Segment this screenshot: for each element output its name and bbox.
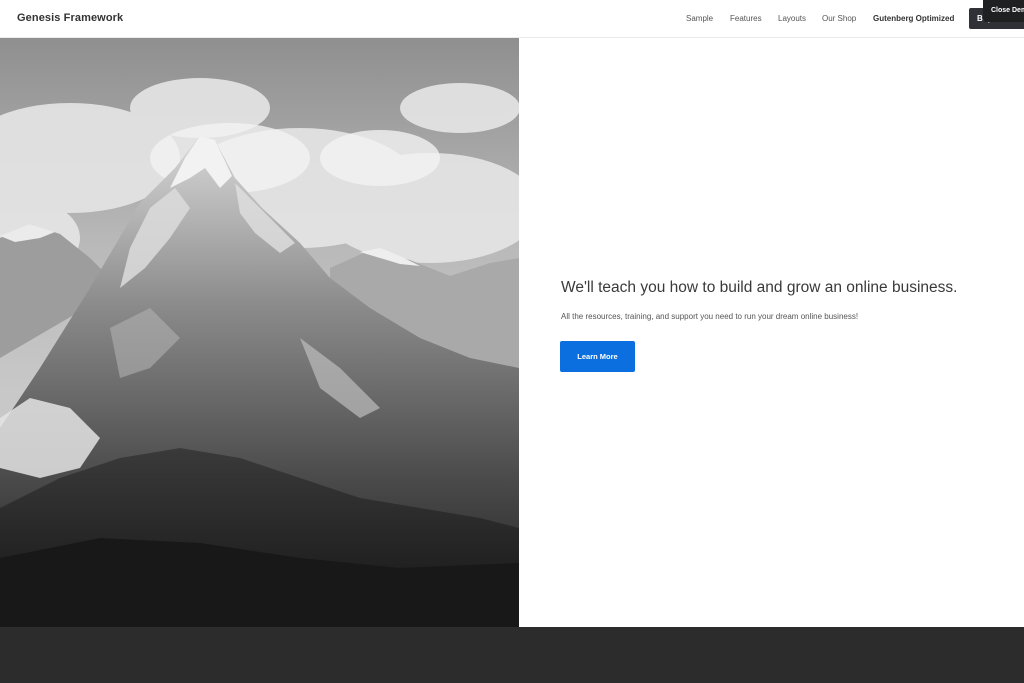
hero-subheading: All the resources, training, and support… — [561, 312, 859, 321]
site-header: Genesis Framework Sample Features Layout… — [0, 0, 1024, 38]
nav-item-layouts[interactable]: Layouts — [778, 14, 806, 23]
nav-item-sample[interactable]: Sample — [686, 14, 713, 23]
nav-item-gutenberg-optimized[interactable]: Gutenberg Optimized — [873, 14, 954, 23]
footer-band — [0, 627, 1024, 683]
nav-item-our-shop[interactable]: Our Shop — [822, 14, 856, 23]
site-title[interactable]: Genesis Framework — [17, 12, 123, 24]
hero-heading: We'll teach you how to build and grow an… — [561, 279, 958, 296]
mountain-illustration — [0, 38, 519, 627]
nav-item-features[interactable]: Features — [730, 14, 762, 23]
hero-mountain-image — [0, 38, 519, 627]
learn-more-button[interactable]: Learn More — [560, 341, 635, 372]
close-demo-button[interactable]: Close Demo — [983, 0, 1024, 22]
